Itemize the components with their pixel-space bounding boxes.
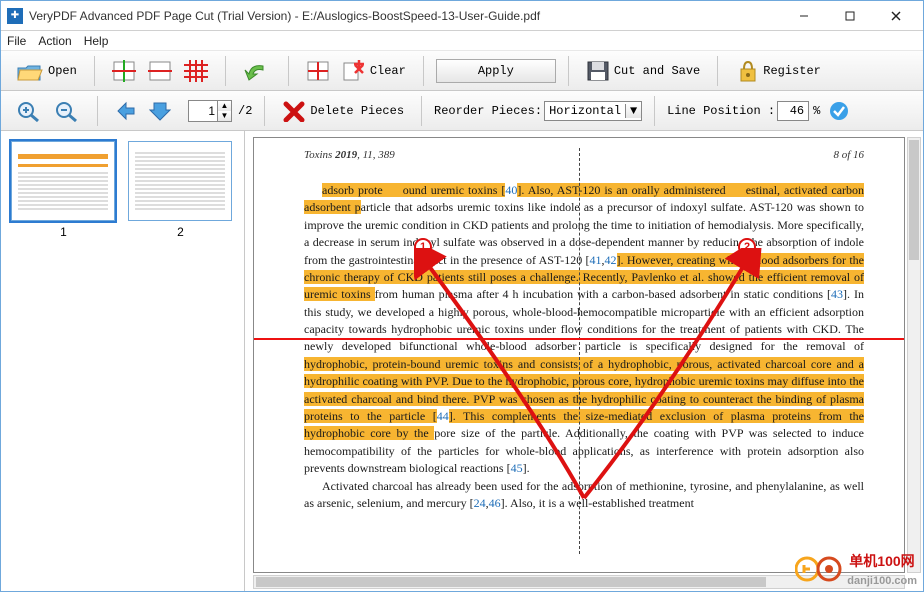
thumb-1-number: 1 <box>11 221 116 239</box>
prev-page-button[interactable] <box>110 96 142 126</box>
vertical-scrollbar[interactable] <box>907 137 921 573</box>
delete-pieces-label: Delete Pieces <box>310 104 404 118</box>
zoom-out-button[interactable] <box>49 96 85 126</box>
document-content: Toxins 2019, 11, 389 8 of 16 adsorb prot… <box>304 138 864 512</box>
page-viewer[interactable]: Toxins 2019, 11, 389 8 of 16 adsorb prot… <box>245 131 923 591</box>
watermark-logo-icon <box>795 554 843 584</box>
clear-button[interactable]: Clear <box>337 56 411 86</box>
zoom-in-button[interactable] <box>11 96 47 126</box>
next-page-button[interactable] <box>144 96 176 126</box>
watermark: 单机100网 danji100.com <box>795 551 917 587</box>
line-position-label: Line Position : <box>667 104 775 118</box>
undo-button[interactable] <box>238 56 276 86</box>
menu-action[interactable]: Action <box>38 34 71 48</box>
thumbnail-1[interactable]: 1 <box>11 141 116 239</box>
open-label: Open <box>48 64 77 78</box>
vertical-cut-line[interactable] <box>579 148 580 554</box>
reorder-select[interactable]: Horizontal ▼ <box>544 101 642 121</box>
split-horizontal-button[interactable] <box>143 56 177 86</box>
apply-button[interactable]: Apply <box>436 59 556 83</box>
doc-paragraph-1: adsorb prote ound uremic toxins [40]. Al… <box>304 182 864 478</box>
grid-button[interactable] <box>179 56 213 86</box>
page-input[interactable] <box>189 104 217 118</box>
reorder-value: Horizontal <box>545 104 625 118</box>
minimize-button[interactable] <box>781 2 827 30</box>
watermark-text: 单机100网 <box>849 553 914 569</box>
window-title: VeryPDF Advanced PDF Page Cut (Trial Ver… <box>29 9 781 23</box>
page-spinbox[interactable]: ▲▼ <box>188 100 232 122</box>
maximize-button[interactable] <box>827 2 873 30</box>
doc-paragraph-2: Activated charcoal has already been used… <box>304 478 864 513</box>
horizontal-cut-line[interactable] <box>254 338 904 340</box>
clear-label: Clear <box>370 64 406 78</box>
cut-save-label: Cut and Save <box>614 64 700 78</box>
page-down-arrow[interactable]: ▼ <box>217 111 231 121</box>
thumbnail-2[interactable]: 2 <box>128 141 233 239</box>
reorder-label: Reorder Pieces: <box>434 104 542 118</box>
thumbnail-panel: 1 2 <box>1 131 245 591</box>
app-icon: ✚ <box>7 8 23 24</box>
register-button[interactable]: Register <box>730 56 826 86</box>
apply-label: Apply <box>478 64 514 78</box>
open-button[interactable]: Open <box>11 56 82 86</box>
delete-pieces-button[interactable]: Delete Pieces <box>277 96 409 126</box>
doc-header-left: Toxins 2019, 11, 389 <box>304 148 395 164</box>
percent-label: % <box>811 104 822 118</box>
page-up-arrow[interactable]: ▲ <box>217 101 231 111</box>
region-badge-2: 2 <box>738 238 756 256</box>
watermark-url: danji100.com <box>847 575 917 587</box>
chevron-down-icon: ▼ <box>625 104 641 118</box>
page-total: /2 <box>234 104 252 118</box>
register-label: Register <box>763 64 821 78</box>
close-button[interactable] <box>873 2 919 30</box>
horizontal-scrollbar-thumb[interactable] <box>256 577 766 587</box>
menu-file[interactable]: File <box>7 34 26 48</box>
split-vertical-button[interactable] <box>107 56 141 86</box>
vertical-scrollbar-thumb[interactable] <box>909 140 919 260</box>
region-badge-1: 1 <box>414 238 432 256</box>
confirm-position-button[interactable] <box>824 96 854 126</box>
line-position-input[interactable] <box>777 101 809 121</box>
doc-header-right: 8 of 16 <box>833 148 864 164</box>
menu-help[interactable]: Help <box>84 34 109 48</box>
cut-save-button[interactable]: Cut and Save <box>581 56 705 86</box>
remove-split-button[interactable] <box>301 56 335 86</box>
thumb-2-number: 2 <box>128 221 233 239</box>
